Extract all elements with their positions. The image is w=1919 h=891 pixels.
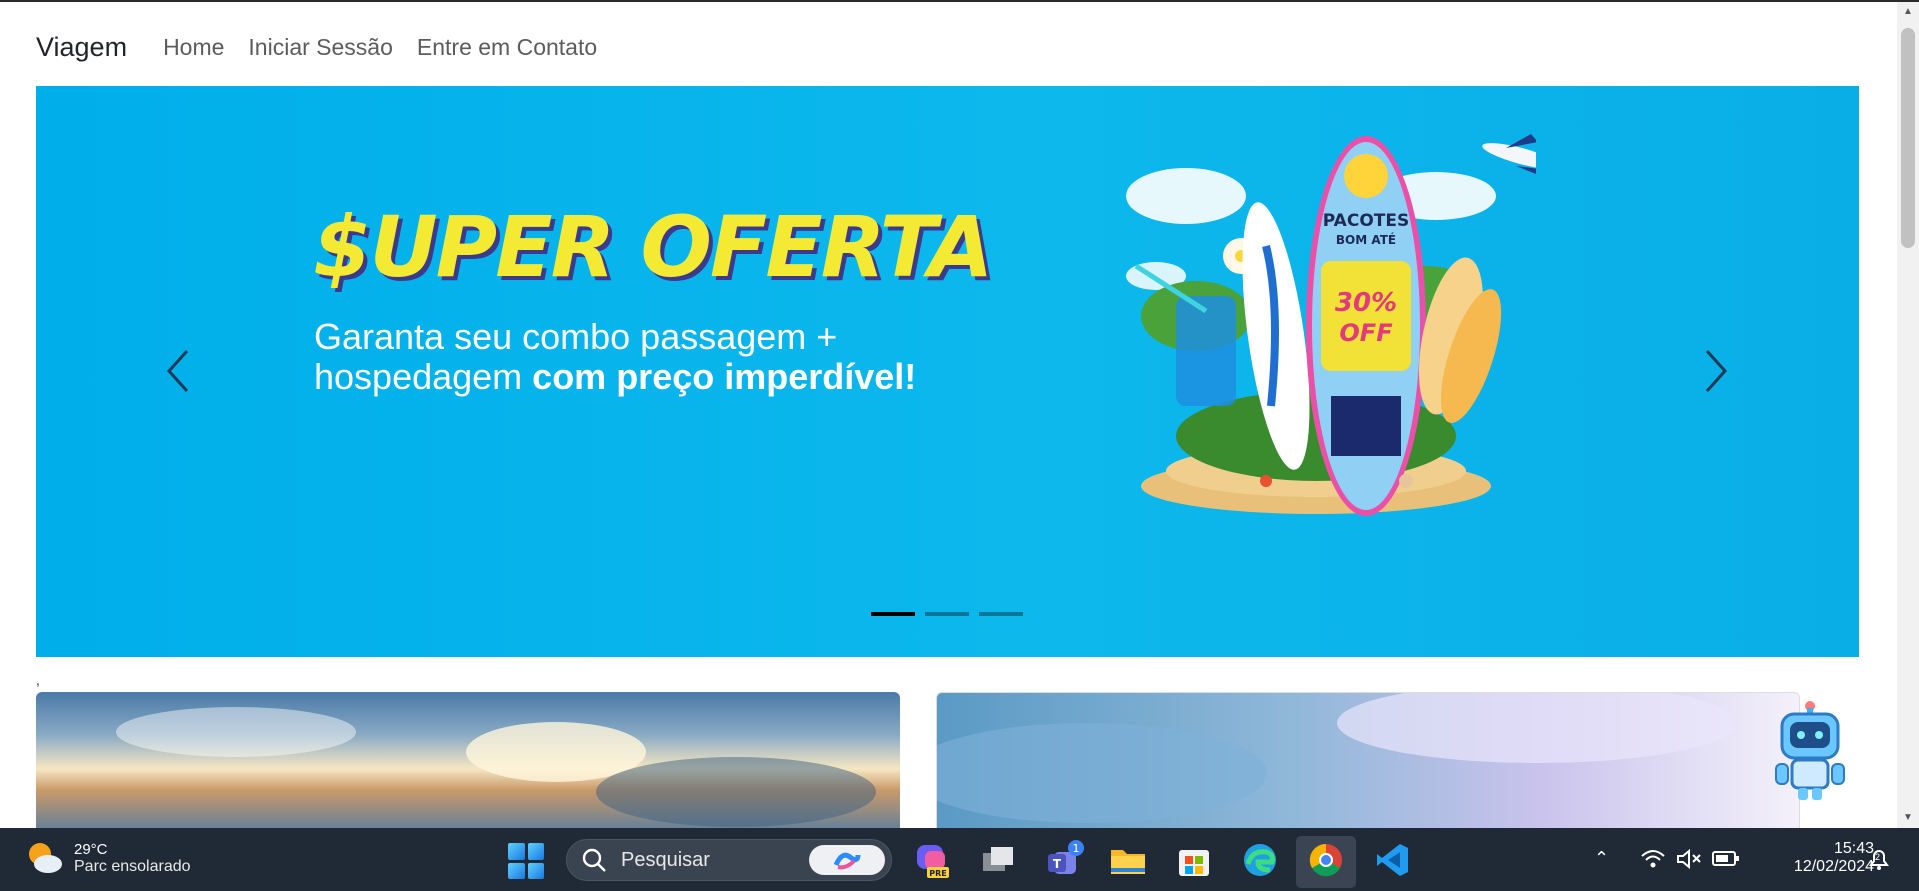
browser-viewport: Viagem Home Iniciar Sessão Entre em Cont… <box>0 0 1919 828</box>
scroll-up-icon[interactable]: ▲ <box>1903 6 1913 17</box>
carousel-indicator-3[interactable] <box>979 612 1023 616</box>
file-explorer-icon[interactable] <box>1108 840 1148 880</box>
carousel-indicator-2[interactable] <box>925 612 969 616</box>
weather-temperature: 29°C <box>74 840 108 858</box>
promo-title: $UPER OFERTA <box>313 198 993 296</box>
nav-link-home[interactable]: Home <box>163 34 224 61</box>
copilot-pre-badge: PRE <box>929 869 947 878</box>
weather-widget[interactable]: 29°C Parc ensolarado <box>24 838 191 878</box>
weather-partly-sunny-icon <box>29 843 62 873</box>
teams-badge: 1 <box>1073 842 1080 855</box>
brand-logo[interactable]: Viagem <box>36 32 127 63</box>
copilot-pre-app-icon[interactable]: PRE <box>912 840 952 880</box>
promo-line-1: Garanta seu combo passagem + <box>314 316 838 357</box>
clock-time: 15:43 <box>1833 840 1874 857</box>
teams-icon[interactable]: T 1 <box>1044 840 1084 880</box>
task-view-icon[interactable] <box>978 840 1018 880</box>
surfboard-text: PACOTES <box>1323 211 1409 231</box>
stray-text: , <box>36 672 40 688</box>
chrome-browser-icon[interactable] <box>1306 840 1346 880</box>
windows-taskbar: 29°C Parc ensolarado Pesquisar PRE T 1 ⌃… <box>0 828 1919 891</box>
scroll-thumb[interactable] <box>1901 28 1915 248</box>
vertical-scrollbar[interactable]: ▲ ▼ <box>1897 2 1919 828</box>
card-2-image <box>937 693 1737 823</box>
battery-icon[interactable] <box>1712 850 1740 868</box>
volume-muted-icon[interactable] <box>1676 848 1702 870</box>
promo-line-2-regular: hospedagem <box>314 356 533 397</box>
discount-line-2: OFF <box>1339 319 1393 347</box>
airplane-icon <box>1482 134 1536 174</box>
edge-glyph <box>1244 844 1276 876</box>
teams-glyph: T 1 <box>1048 840 1084 874</box>
card-1-image <box>116 707 876 827</box>
copilot-swirl-icon <box>833 852 861 870</box>
surfboard-subtext: BOM ATÉ <box>1336 232 1396 247</box>
navbar: Viagem Home Iniciar Sessão Entre em Cont… <box>36 30 621 64</box>
store-glyph <box>1179 850 1209 876</box>
svg-text:T: T <box>1053 857 1062 871</box>
tray-overflow-chevron-icon[interactable]: ⌃ <box>1594 848 1609 869</box>
chrome-glyph <box>1309 843 1342 877</box>
search-icon <box>582 848 606 872</box>
vscode-glyph <box>1377 844 1408 876</box>
hero-carousel: $UPER OFERTA Garanta seu combo passagem … <box>36 86 1859 657</box>
discount-line-1: 30% <box>1335 288 1397 318</box>
nav-link-login[interactable]: Iniciar Sessão <box>248 34 392 61</box>
notification-count: 2 <box>1875 852 1881 862</box>
nav-link-contact[interactable]: Entre em Contato <box>417 34 597 61</box>
windows-start-icon[interactable] <box>508 843 544 879</box>
weather-description: Parc ensolarado <box>74 857 191 875</box>
carousel-next-button[interactable] <box>1686 336 1746 406</box>
promo-line-2: hospedagem com preço imperdível! <box>314 356 916 398</box>
edge-browser-icon[interactable] <box>1240 840 1280 880</box>
taskbar-search[interactable]: Pesquisar <box>566 839 892 881</box>
carousel-prev-button[interactable] <box>148 336 208 406</box>
chevron-left-icon <box>166 349 189 393</box>
scroll-down-icon[interactable]: ▼ <box>1903 812 1913 823</box>
carousel-indicators <box>871 612 1023 616</box>
clock[interactable]: 15:43 12/02/2024 <box>1750 840 1874 876</box>
chatbot-robot-icon[interactable] <box>1772 698 1848 802</box>
destination-card-1[interactable] <box>36 692 900 828</box>
chevron-right-icon <box>1705 349 1728 393</box>
promo-line-2-bold: com preço imperdível! <box>532 356 917 397</box>
destination-card-2[interactable] <box>936 692 1800 828</box>
task-view-glyph <box>983 847 1013 871</box>
copilot-search-icon[interactable] <box>809 845 885 875</box>
clock-date: 12/02/2024 <box>1793 858 1874 875</box>
carousel-indicator-1[interactable] <box>871 612 915 616</box>
microsoft-store-icon[interactable] <box>1174 840 1214 880</box>
copilot-app-glyph: PRE <box>917 845 949 878</box>
island-illustration: PACOTES BOM ATÉ 30% OFF <box>1126 134 1536 516</box>
search-label: Pesquisar <box>621 848 710 871</box>
wifi-icon[interactable] <box>1640 848 1666 870</box>
folder-glyph <box>1111 850 1145 874</box>
notification-bell-icon[interactable]: 2 <box>1866 846 1892 872</box>
vscode-icon[interactable] <box>1372 840 1412 880</box>
